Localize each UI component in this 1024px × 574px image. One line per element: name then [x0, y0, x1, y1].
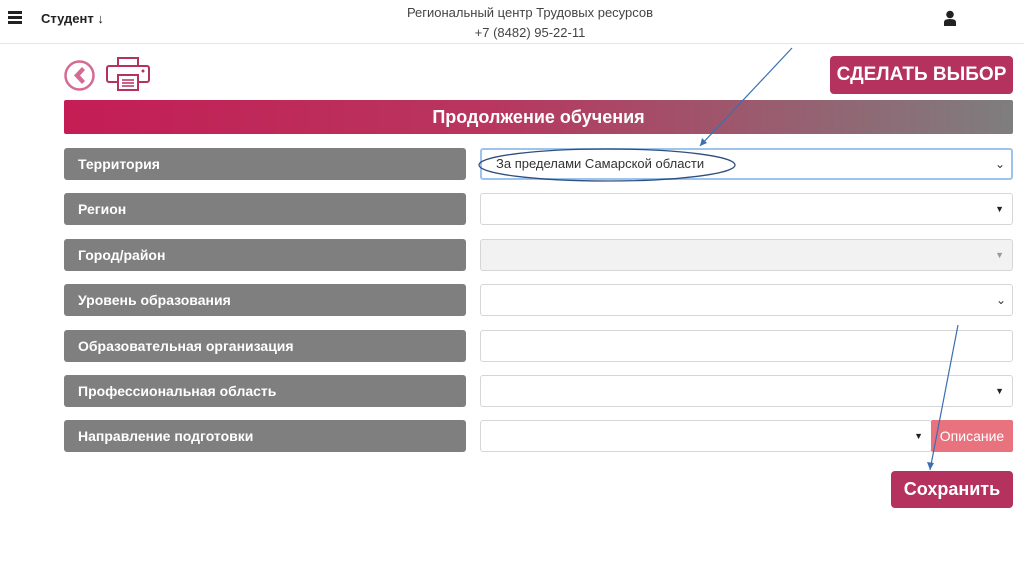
menu-icon[interactable] [8, 11, 22, 24]
back-icon[interactable] [64, 60, 95, 91]
org-phone: +7 (8482) 95-22-11 [474, 25, 586, 40]
chevron-down-icon: ⌄ [994, 157, 1005, 171]
caret-down-icon: ▼ [995, 250, 1004, 260]
education-level-select[interactable]: ⌄ [480, 284, 1013, 316]
role-dropdown[interactable]: Студент ↓ [41, 11, 104, 26]
caret-down-icon: ▼ [995, 204, 1004, 214]
caret-down-icon: ▼ [995, 386, 1004, 396]
arrow-down-icon: ↓ [97, 11, 104, 26]
role-label: Студент [41, 11, 94, 26]
top-header: Студент ↓ Региональный центр Трудовых ре… [0, 0, 1024, 44]
field-label-city: Город/район [64, 239, 466, 271]
printer-icon[interactable] [106, 57, 150, 91]
city-select[interactable]: ▼ [480, 239, 1013, 271]
region-select[interactable]: ▼ [480, 193, 1013, 225]
field-label-professional-area: Профессиональная область [64, 375, 466, 407]
territory-value: За пределами Самарской области [496, 156, 705, 171]
arrowhead-icon [927, 462, 934, 470]
caret-down-icon: ▼ [914, 431, 923, 441]
chevron-down-icon: ⌄ [995, 293, 1006, 307]
org-name: Региональный центр Трудовых ресурсов [406, 5, 654, 20]
field-label-organization: Образовательная организация [64, 330, 466, 362]
section-title: Продолжение обучения [64, 100, 1013, 134]
user-icon[interactable] [943, 10, 957, 26]
description-button[interactable]: Описание [931, 420, 1013, 452]
field-label-education-level: Уровень образования [64, 284, 466, 316]
make-choice-button[interactable]: СДЕЛАТЬ ВЫБОР [830, 56, 1013, 94]
organization-input[interactable] [480, 330, 1013, 362]
org-info: Региональный центр Трудовых ресурсов +7 … [330, 3, 730, 43]
professional-area-select[interactable]: ▼ [480, 375, 1013, 407]
field-label-territory: Территория [64, 148, 466, 180]
field-label-region: Регион [64, 193, 466, 225]
save-button[interactable]: Сохранить [891, 471, 1013, 508]
direction-select[interactable]: ▼ [480, 420, 932, 452]
arrowhead-icon [700, 138, 707, 146]
territory-select[interactable]: За пределами Самарской области ⌄ [480, 148, 1013, 180]
field-label-direction: Направление подготовки [64, 420, 466, 452]
